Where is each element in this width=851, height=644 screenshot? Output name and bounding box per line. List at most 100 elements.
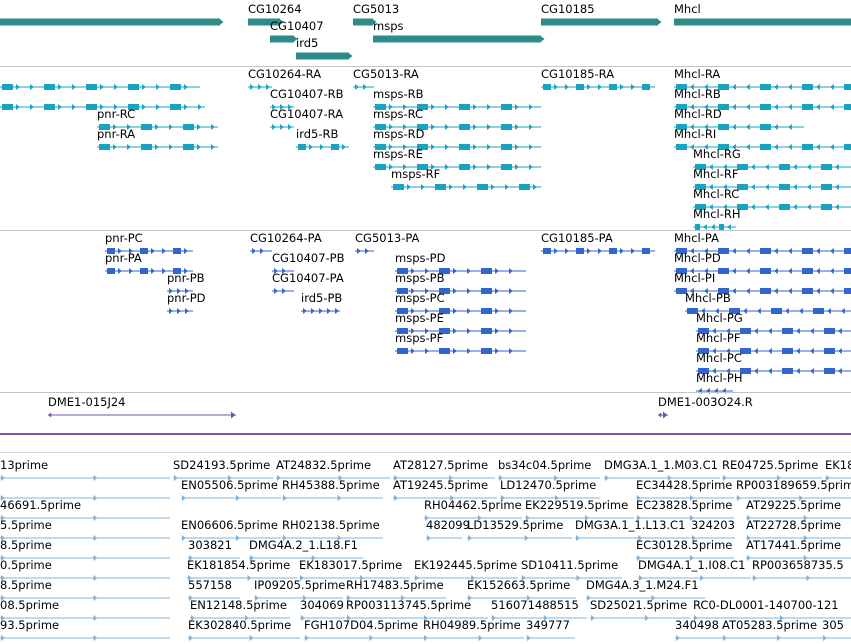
feature-glyph[interactable] xyxy=(0,632,170,644)
feature-label: 482099 xyxy=(426,518,470,532)
feature-glyph[interactable] xyxy=(304,632,423,644)
feature-label: CG5013-RA xyxy=(353,67,419,81)
feature-label: msps xyxy=(373,19,404,33)
feature-label: msps-PB xyxy=(395,271,445,285)
feature-label: Mhcl-RI xyxy=(674,127,717,141)
feature-label: DMG4A.1_1.I08.C1 xyxy=(638,558,746,572)
feature-label: Mhcl-PB xyxy=(685,291,731,305)
feature-glyph[interactable] xyxy=(250,245,272,257)
feature-label: ird5-RB xyxy=(296,127,339,141)
feature-label: DMG4A.2_1.L18.F1 xyxy=(249,538,358,552)
feature-label: AT05283.5prime xyxy=(722,618,818,632)
feature-glyph[interactable] xyxy=(355,245,374,257)
feature-label: EK302840.5prime xyxy=(188,618,292,632)
feature-label: 46691.5prime xyxy=(0,498,82,512)
feature-label: Mhcl-PA xyxy=(674,231,719,245)
feature-glyph[interactable] xyxy=(248,81,272,93)
feature-label: EK229519.5prime xyxy=(525,498,629,512)
feature-glyph[interactable] xyxy=(272,285,294,297)
feature-label: AT29225.5prime xyxy=(746,498,842,512)
feature-label: 8.5prime xyxy=(0,538,52,552)
feature-label: RH17483.5prime xyxy=(346,578,444,592)
feature-glyph[interactable] xyxy=(270,33,298,45)
feature-glyph[interactable] xyxy=(373,33,545,45)
feature-glyph[interactable] xyxy=(674,16,851,28)
feature-glyph[interactable] xyxy=(282,492,383,504)
feature-label: 324203 xyxy=(691,518,735,532)
feature-glyph[interactable] xyxy=(426,532,462,544)
feature-label: 557158 xyxy=(188,578,232,592)
feature-label: RH02138.5prime xyxy=(282,518,380,532)
feature-label: CG5013-PA xyxy=(355,231,420,245)
feature-label: DMG3A.1_1.L13.C1 xyxy=(575,518,686,532)
feature-label: CG10407-RA xyxy=(270,107,344,121)
feature-glyph[interactable] xyxy=(97,141,218,153)
feature-glyph[interactable] xyxy=(822,632,851,644)
feature-label: EN12148.5prime xyxy=(190,598,287,612)
feature-label: msps-RC xyxy=(373,107,424,121)
feature-glyph[interactable] xyxy=(391,181,541,193)
feature-glyph[interactable] xyxy=(467,532,572,544)
feature-label: 5.5prime xyxy=(0,518,52,532)
feature-label: 304069 xyxy=(300,598,344,612)
feature-glyph[interactable] xyxy=(301,305,340,317)
feature-label: EK192445.5prime xyxy=(414,558,518,572)
feature-label: SD10411.5prime xyxy=(521,558,619,572)
feature-glyph[interactable] xyxy=(722,632,822,644)
feature-label: msps-PE xyxy=(395,311,444,325)
feature-label: LD13529.5prime xyxy=(467,518,564,532)
feature-glyph[interactable] xyxy=(752,572,851,584)
feature-label: DMG3A.1_1.M03.C1 xyxy=(604,458,718,472)
feature-glyph[interactable] xyxy=(541,16,662,28)
feature-glyph[interactable] xyxy=(526,632,575,644)
feature-label: CG5013 xyxy=(353,2,400,16)
feature-label: 340498 xyxy=(675,618,719,632)
feature-label: EK152663.5prime xyxy=(467,578,571,592)
feature-label: Mhcl-RC xyxy=(693,187,740,201)
feature-glyph[interactable] xyxy=(0,16,224,28)
feature-glyph[interactable] xyxy=(48,409,236,421)
feature-label: Mhcl-PH xyxy=(696,371,743,385)
feature-label: 93.5prime xyxy=(0,618,60,632)
feature-glyph[interactable] xyxy=(675,632,722,644)
track-separator xyxy=(0,66,851,67)
feature-label: Mhcl-PG xyxy=(696,311,743,325)
feature-glyph[interactable] xyxy=(167,305,193,317)
feature-label: Mhcl-RB xyxy=(674,87,721,101)
feature-label: CG10407-PA xyxy=(272,271,344,285)
feature-label: pnr-PC xyxy=(105,231,143,245)
feature-glyph[interactable] xyxy=(541,245,655,257)
feature-glyph[interactable] xyxy=(0,472,170,484)
feature-label: SD25021.5prime xyxy=(590,598,688,612)
feature-label: msps-PD xyxy=(395,251,446,265)
feature-label: AT22728.5prime xyxy=(746,518,842,532)
feature-label: CG10185-PA xyxy=(541,231,613,245)
feature-label: Mhcl-RA xyxy=(674,67,721,81)
feature-label: EK181854.5prime xyxy=(187,558,291,572)
feature-label: Mhcl-RH xyxy=(693,207,741,221)
feature-glyph[interactable] xyxy=(353,81,374,93)
feature-label: 349777 xyxy=(526,618,570,632)
feature-glyph[interactable] xyxy=(353,16,377,28)
feature-glyph[interactable] xyxy=(188,632,300,644)
feature-glyph[interactable] xyxy=(423,632,524,644)
feature-label: Mhcl-RD xyxy=(674,107,722,121)
feature-label: EN05506.5prime xyxy=(181,478,278,492)
feature-glyph[interactable] xyxy=(296,141,349,153)
feature-label: FGH107D04.5prime xyxy=(304,618,419,632)
feature-glyph[interactable] xyxy=(181,492,281,504)
feature-label: CG10407-RB xyxy=(270,87,344,101)
feature-label: SD24193.5prime xyxy=(173,458,271,472)
feature-glyph[interactable] xyxy=(270,121,294,133)
feature-glyph[interactable] xyxy=(541,81,655,93)
feature-glyph[interactable] xyxy=(395,345,526,357)
feature-label: IP09205.5prime xyxy=(254,578,346,592)
feature-glyph[interactable] xyxy=(296,50,353,62)
feature-label: RH04462.5prime xyxy=(424,498,522,512)
feature-label: EC30128.5prime xyxy=(636,538,733,552)
feature-glyph[interactable] xyxy=(658,409,668,421)
feature-label: bs34c04.5prime xyxy=(498,458,592,472)
feature-glyph[interactable] xyxy=(0,81,200,93)
feature-label: 13prime xyxy=(0,458,49,472)
feature-label: msps-RB xyxy=(373,87,424,101)
